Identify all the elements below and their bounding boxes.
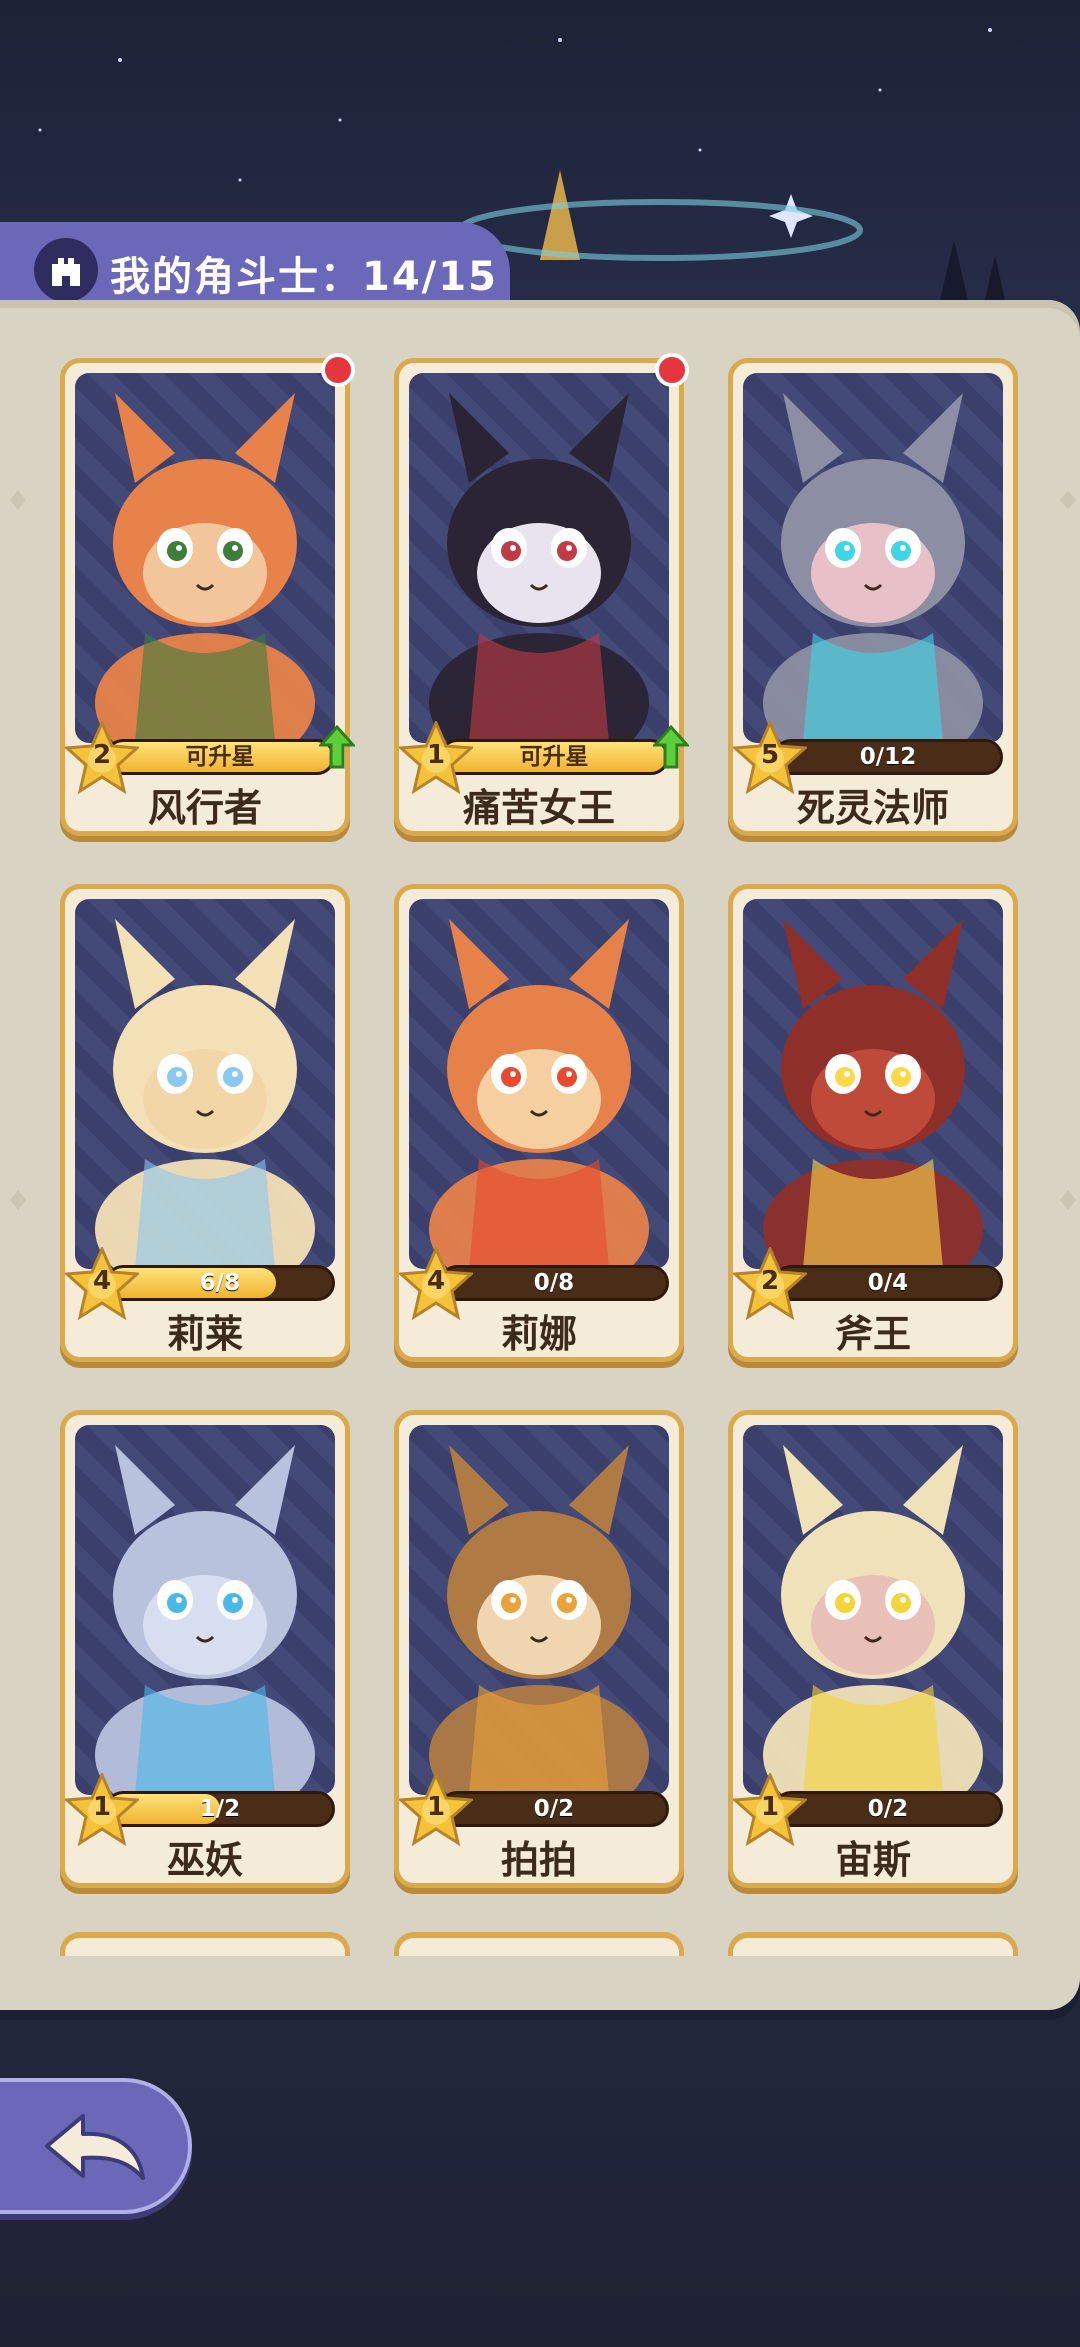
gladiator-card[interactable]: 0/4 2 斧王 — [728, 884, 1018, 1362]
gladiator-card[interactable]: 0/8 4 莉娜 — [394, 884, 684, 1362]
star-count: 2 — [760, 1266, 780, 1296]
progress-text: 0/12 — [859, 744, 917, 770]
hero-portrait — [743, 899, 1003, 1269]
star-count: 4 — [92, 1266, 112, 1296]
notification-dot — [655, 353, 689, 387]
progress-bar: 0/12 — [773, 739, 1003, 775]
hero-name: 痛苦女王 — [462, 786, 615, 830]
card-partial[interactable] — [394, 1932, 684, 1956]
star-count: 1 — [92, 1792, 112, 1822]
hero-name: 莉莱 — [166, 1312, 243, 1356]
hero-name: 拍拍 — [500, 1838, 577, 1882]
upgrade-arrow-icon — [317, 724, 357, 769]
hero-name: 斧王 — [834, 1312, 911, 1356]
star-count: 2 — [92, 740, 112, 770]
progress-text: 6/8 — [199, 1270, 241, 1296]
hero-portrait — [75, 1425, 335, 1795]
hero-portrait — [409, 899, 669, 1269]
progress-bar: 可升星 — [105, 739, 335, 775]
hero-name: 巫妖 — [166, 1838, 243, 1882]
hero-portrait — [409, 1425, 669, 1795]
gladiator-card[interactable]: 0/2 1 宙斯 — [728, 1410, 1018, 1888]
progress-bar: 可升星 — [439, 739, 669, 775]
upgrade-arrow-icon — [651, 724, 691, 769]
star-count: 5 — [760, 740, 780, 770]
hero-portrait — [75, 373, 335, 743]
gladiator-card[interactable]: 可升星 1 痛苦女王 — [394, 353, 691, 836]
gladiator-card[interactable]: 可升星 2 风行者 — [60, 353, 357, 836]
progress-text: 可升星 — [185, 744, 255, 770]
progress-bar: 0/4 — [773, 1265, 1003, 1301]
star-count: 1 — [426, 1792, 446, 1822]
progress-bar: 0/8 — [439, 1265, 669, 1301]
hero-name: 死灵法师 — [796, 786, 949, 830]
gladiator-card[interactable]: 0/2 1 拍拍 — [394, 1410, 684, 1888]
back-button[interactable] — [0, 2078, 192, 2214]
progress-text: 1/2 — [199, 1796, 241, 1822]
progress-bar: 0/2 — [439, 1791, 669, 1827]
gladiator-card[interactable]: 6/8 4 莉莱 — [60, 884, 350, 1362]
hero-portrait — [743, 373, 1003, 743]
page-title: 我的角斗士：14/15 — [110, 254, 498, 300]
progress-bar: 6/8 — [105, 1265, 335, 1301]
card-partial[interactable] — [60, 1932, 350, 1956]
hero-name: 风行者 — [147, 786, 262, 830]
star-count: 1 — [760, 1792, 780, 1822]
card-partial[interactable] — [728, 1932, 1018, 1956]
star-count: 4 — [426, 1266, 446, 1296]
progress-text: 0/8 — [533, 1270, 575, 1296]
castle-icon — [34, 238, 98, 302]
hero-portrait — [75, 899, 335, 1269]
progress-text: 可升星 — [519, 744, 589, 770]
hero-name: 莉娜 — [500, 1312, 577, 1356]
progress-bar: 0/2 — [773, 1791, 1003, 1827]
hero-name: 宙斯 — [834, 1838, 911, 1882]
star-count: 1 — [426, 740, 446, 770]
progress-text: 0/4 — [867, 1270, 909, 1296]
hero-portrait — [409, 373, 669, 743]
back-arrow-icon — [45, 2114, 145, 2180]
progress-text: 0/2 — [867, 1796, 909, 1822]
gladiator-card[interactable]: 1/2 1 巫妖 — [60, 1410, 350, 1888]
gladiator-card[interactable]: 0/12 5 死灵法师 — [728, 358, 1018, 836]
progress-text: 0/2 — [533, 1796, 575, 1822]
notification-dot — [321, 353, 355, 387]
hero-portrait — [743, 1425, 1003, 1795]
progress-bar: 1/2 — [105, 1791, 335, 1827]
